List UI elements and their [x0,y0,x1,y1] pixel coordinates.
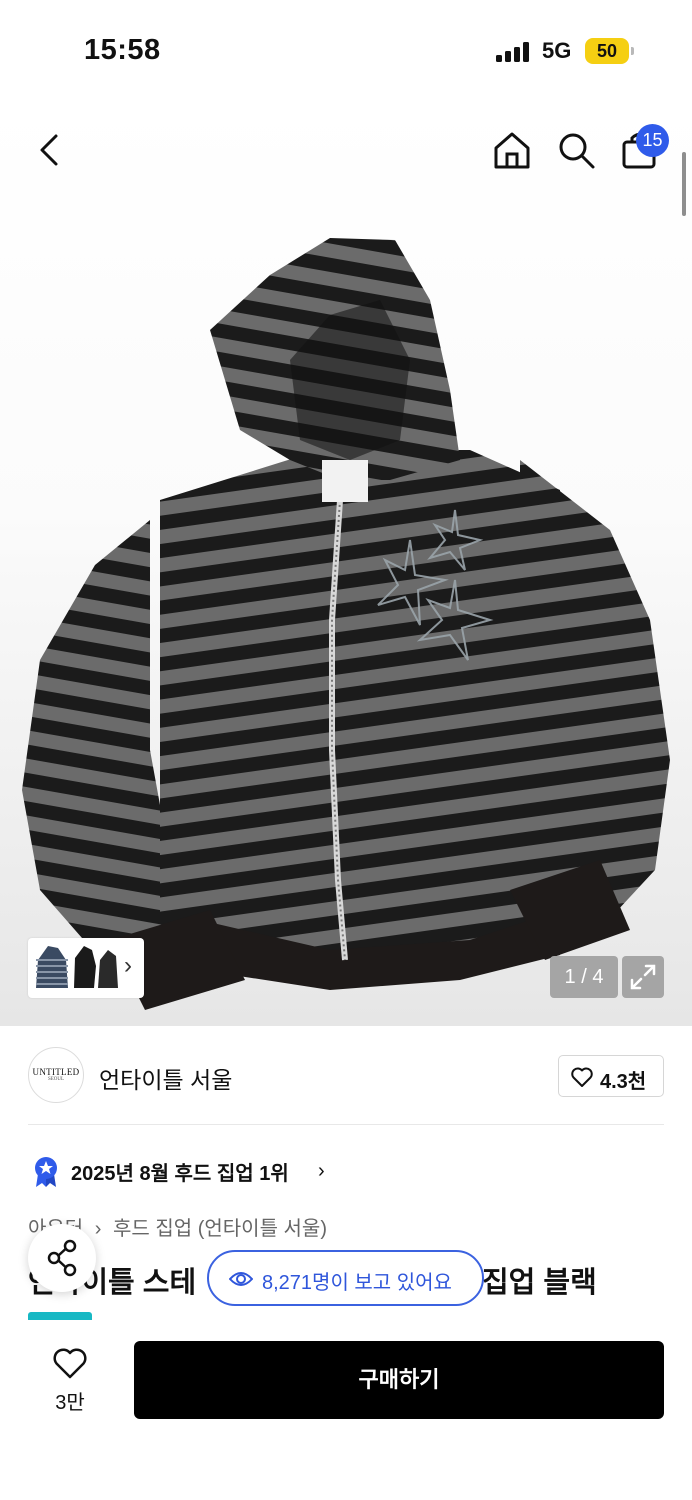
share-icon [47,1239,77,1277]
signal-icon [496,42,532,62]
expand-icon [630,964,656,990]
product-image-area[interactable]: › 1 / 4 [0,100,692,1026]
share-button[interactable] [28,1224,96,1292]
brand-like-count: 4.3천 [600,1071,647,1093]
wishlist-heart-icon[interactable] [52,1346,88,1380]
eye-icon [229,1272,253,1286]
heart-icon [571,1067,593,1087]
home-icon[interactable] [492,130,532,170]
ranking-badge-icon [35,1157,57,1187]
chevron-right-icon: › [318,1160,325,1182]
product-photo[interactable] [0,100,692,1026]
wishlist-count: 3만 [55,1392,85,1414]
status-bar: 15:58 5G 50 [0,0,692,100]
back-icon[interactable] [30,130,70,170]
cart-count-badge: 15 [636,124,669,157]
brand-name[interactable]: 언타이틀 서울 [99,1061,232,1095]
divider [28,1124,664,1125]
ranking-link[interactable]: 2025년 8월 후드 집업 1위 [71,1157,289,1186]
breadcrumb-subcategory[interactable]: 후드 집업 (언타이틀 서울) [113,1218,327,1240]
network-type: 5G [542,38,572,63]
scrollbar[interactable] [682,152,686,216]
image-counter: 1 / 4 [550,956,618,998]
viewers-text: 8,271명이 보고 있어요 [262,1272,452,1294]
brand-like-button[interactable]: 4.3천 [558,1055,664,1097]
fullscreen-button[interactable] [622,956,664,998]
brand-logo[interactable]: UNTITLED SEOUL [28,1047,84,1103]
thumbnail-chevron-icon: › [124,952,132,979]
battery-tip [631,47,634,55]
search-icon[interactable] [556,130,596,170]
thumbnail-strip[interactable]: › [28,938,144,998]
viewers-pill: 8,271명이 보고 있어요 [207,1250,484,1306]
status-time: 15:58 [84,34,161,66]
battery-icon: 50 [585,38,629,64]
buy-button[interactable]: 구매하기 [134,1341,664,1419]
